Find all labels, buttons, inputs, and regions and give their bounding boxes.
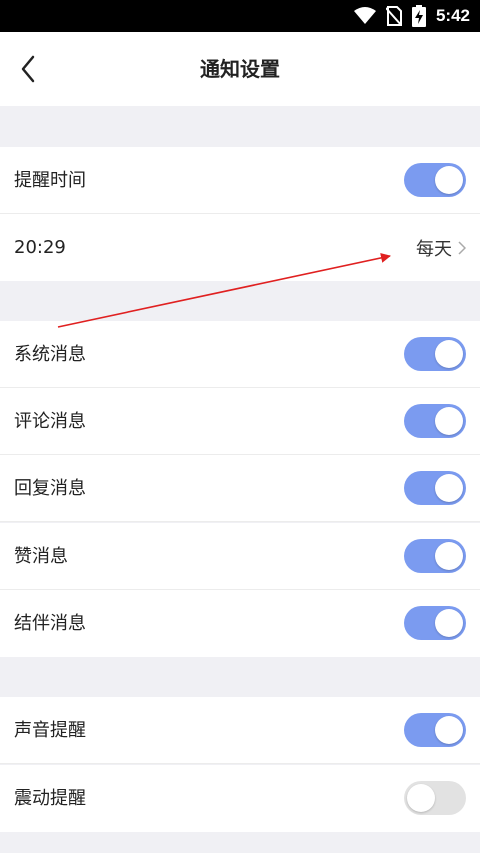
toggle-knob xyxy=(435,166,463,194)
setting-label-comment: 评论消息 xyxy=(14,411,86,432)
setting-row-system: 系统消息 xyxy=(0,321,480,388)
status-time: 5:42 xyxy=(435,6,470,25)
toggle-knob xyxy=(435,407,463,435)
divider xyxy=(0,763,480,764)
toggle-knob xyxy=(435,609,463,637)
setting-row-vibrate: 震动提醒 xyxy=(0,765,480,832)
toggle-knob xyxy=(435,542,463,570)
toggle-knob xyxy=(435,340,463,368)
setting-label-system: 系统消息 xyxy=(14,344,86,365)
setting-label-partner: 结伴消息 xyxy=(14,613,86,634)
divider xyxy=(0,521,480,522)
nav-bar: 通知设置 xyxy=(0,32,480,106)
setting-row-comment: 评论消息 xyxy=(0,388,480,455)
status-icons: 5:42 xyxy=(353,0,470,32)
setting-label-reply: 回复消息 xyxy=(14,478,86,499)
toggle-system[interactable] xyxy=(404,337,466,371)
reminder-time-toggle[interactable] xyxy=(404,163,466,197)
setting-label-like: 赞消息 xyxy=(14,546,68,567)
wifi-icon xyxy=(353,7,376,24)
reminder-frequency[interactable]: 每天 xyxy=(416,214,466,281)
toggle-vibrate[interactable] xyxy=(404,781,466,815)
toggle-comment[interactable] xyxy=(404,404,466,438)
toggle-partner[interactable] xyxy=(404,606,466,640)
setting-label-vibrate: 震动提醒 xyxy=(14,788,86,809)
toggle-like[interactable] xyxy=(404,539,466,573)
toggle-knob xyxy=(435,474,463,502)
toggle-knob xyxy=(435,716,463,744)
no-sim-icon xyxy=(385,6,402,26)
setting-row-like: 赞消息 xyxy=(0,523,480,590)
toggle-knob xyxy=(407,784,435,812)
toggle-sound[interactable] xyxy=(404,713,466,747)
page-title: 通知设置 xyxy=(200,57,280,81)
toggle-reply[interactable] xyxy=(404,471,466,505)
battery-charging-icon xyxy=(411,5,426,27)
reminder-frequency-value: 每天 xyxy=(416,238,452,260)
setting-label-sound: 声音提醒 xyxy=(14,720,86,741)
chevron-right-icon xyxy=(458,240,466,255)
reminder-schedule-row[interactable]: 20:29 每天 xyxy=(0,214,480,281)
setting-row-partner: 结伴消息 xyxy=(0,590,480,657)
setting-row-sound: 声音提醒 xyxy=(0,697,480,764)
reminder-time-row: 提醒时间 xyxy=(0,147,480,214)
setting-row-reply: 回复消息 xyxy=(0,455,480,522)
reminder-time-label: 提醒时间 xyxy=(14,170,86,191)
status-bar: 5:42 xyxy=(0,0,480,32)
reminder-time-value: 20:29 xyxy=(14,237,66,258)
